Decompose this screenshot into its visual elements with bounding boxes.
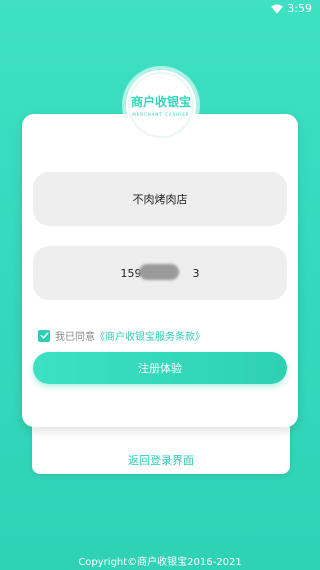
register-card: 不肉烤肉店 1597 3 我已同意 《商户收银宝服务条款》 注册体验 [22, 114, 298, 427]
check-icon [40, 332, 48, 339]
register-button[interactable]: 注册体验 [33, 352, 287, 384]
terms-link[interactable]: 《商户收银宝服务条款》 [95, 328, 205, 343]
agreement-prefix: 我已同意 [55, 332, 95, 343]
wifi-icon [271, 4, 284, 14]
agreement-row: 我已同意 《商户收银宝服务条款》 [38, 328, 205, 343]
copyright-text: Copyright©商户收银宝2016-2021 [78, 557, 242, 568]
status-time: 3:59 [287, 2, 312, 15]
redaction-blur [138, 263, 179, 280]
logo-text-cn: 商户收银宝 [130, 95, 191, 109]
phone-field[interactable]: 1597 3 [33, 246, 287, 300]
agreement-checkbox[interactable] [38, 329, 50, 342]
logo-badge: 商户收银宝 MERCHANT CASHIER [128, 72, 194, 138]
logo-text-en: MERCHANT CASHIER [132, 112, 190, 117]
status-bar: 3:59 [0, 0, 320, 16]
back-to-login-link[interactable]: 返回登录界面 [32, 452, 290, 468]
phone-value: 1597 3 [121, 263, 200, 280]
phone-value-end: 3 [192, 266, 200, 280]
logo: 商户收银宝 MERCHANT CASHIER [126, 70, 196, 140]
shop-name-field[interactable]: 不肉烤肉店 [33, 172, 287, 226]
status-right: 3:59 [271, 2, 312, 15]
shop-name-value: 不肉烤肉店 [132, 193, 188, 206]
